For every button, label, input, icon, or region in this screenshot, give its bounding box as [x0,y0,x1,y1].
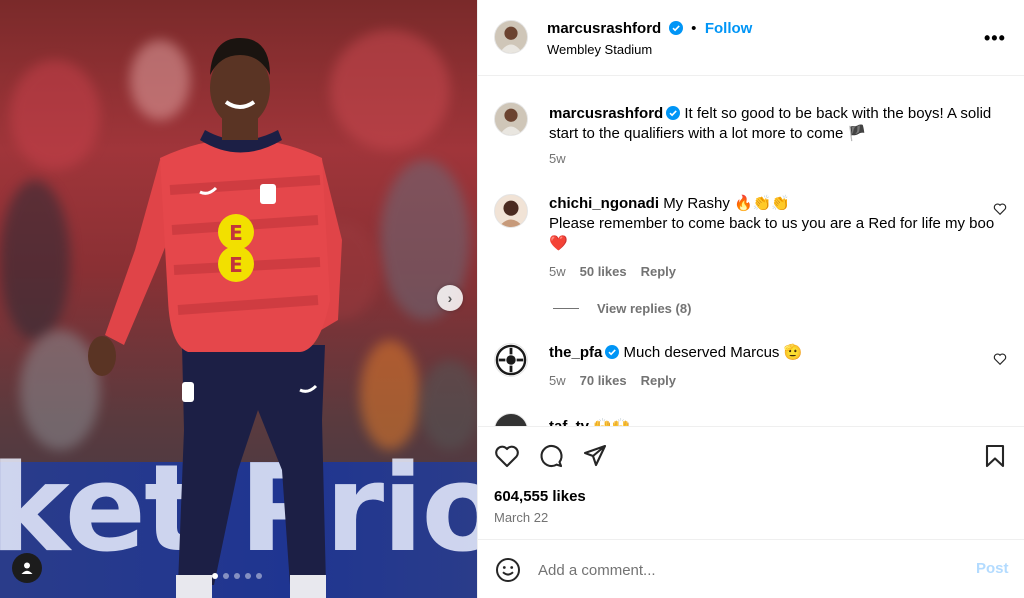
comment-username[interactable]: taf_tv [549,418,589,426]
comment-meta: 5w 50 likes Reply [549,264,676,279]
avatar[interactable] [494,413,528,426]
reply-button[interactable]: Reply [641,373,676,388]
carousel-next-button[interactable]: › [437,285,463,311]
avatar[interactable] [494,102,528,136]
post-date: March 22 [494,510,549,525]
post-actions: 604,555 likes March 22 [478,426,1024,538]
header-identity: marcusrashford • Follow [547,20,752,38]
likes-count[interactable]: 604,555 likes [494,488,586,505]
comment-composer: Post [478,539,1024,598]
comment-text-block: chichi_ngonadi My Rashy 🔥👏👏 Please remem… [549,194,999,254]
comment-likes[interactable]: 70 likes [580,373,627,388]
like-heart-icon[interactable] [494,443,520,469]
comment-text: My Rashy 🔥👏👏 [663,195,791,212]
follow-button[interactable]: Follow [705,20,753,37]
post-media[interactable]: ket Prior E E › [0,0,477,598]
emoji-picker-icon[interactable] [495,557,521,583]
like-comment-heart-icon[interactable] [993,202,1007,216]
view-replies-button[interactable]: View replies (8) [553,301,691,316]
comment-bubble-icon[interactable] [538,443,564,469]
comment-input[interactable] [538,558,958,582]
comment-meta: 5w 70 likes Reply [549,373,676,388]
comment-username[interactable]: chichi_ngonadi [549,195,659,212]
caption-text-block: marcusrashford It felt so good to be bac… [549,104,999,144]
comment-text-continued: Please remember to come back to us you a… [549,215,995,252]
post-comment-button[interactable]: Post [976,560,1009,577]
carousel-dot [256,573,262,579]
avatar[interactable] [494,343,528,377]
verified-badge-icon [666,106,681,120]
comment-username[interactable]: the_pfa [549,344,602,361]
more-options-button[interactable]: ••• [984,28,1006,49]
comment-age: 5w [549,373,566,388]
comment-text: 🙌🙌 [593,418,630,426]
svg-text:E: E [229,221,243,245]
more-horizontal-icon: ••• [984,28,1006,48]
carousel-dot [234,573,240,579]
caption-age: 5w [549,151,566,166]
view-replies-line [553,308,579,309]
post-sidebar: marcusrashford • Follow Wembley Stadium … [477,0,1024,598]
location-link[interactable]: Wembley Stadium [547,42,652,57]
comment-likes[interactable]: 50 likes [580,264,627,279]
post-header: marcusrashford • Follow Wembley Stadium … [478,0,1024,76]
save-bookmark-icon[interactable] [982,443,1008,469]
chevron-right-icon: › [447,290,453,306]
comment-text-block: taf_tv 🙌🙌 [549,417,999,426]
comment-age: 5w [549,264,566,279]
comment-text: Much deserved Marcus 🫡 [623,344,803,361]
carousel-dot [212,573,218,579]
verified-badge-icon [605,345,620,359]
tagged-users-button[interactable] [12,553,42,583]
share-send-icon[interactable] [582,443,608,469]
view-replies-label: View replies (8) [597,301,692,316]
author-username[interactable]: marcusrashford [547,20,661,37]
player-figure: E E [88,38,342,598]
separator-dot: • [691,20,697,37]
comments-list[interactable]: marcusrashford It felt so good to be bac… [478,77,1024,426]
avatar[interactable] [494,20,528,54]
svg-text:E: E [229,253,243,277]
user-icon [21,562,33,574]
like-comment-heart-icon[interactable] [993,352,1007,366]
reply-button[interactable]: Reply [641,264,676,279]
carousel-dot [245,573,251,579]
verified-badge-icon [668,21,683,35]
carousel-dot [223,573,229,579]
avatar[interactable] [494,194,528,228]
carousel-indicator [212,573,262,579]
comment-text-block: the_pfa Much deserved Marcus 🫡 [549,343,999,363]
caption-username[interactable]: marcusrashford [549,105,663,122]
